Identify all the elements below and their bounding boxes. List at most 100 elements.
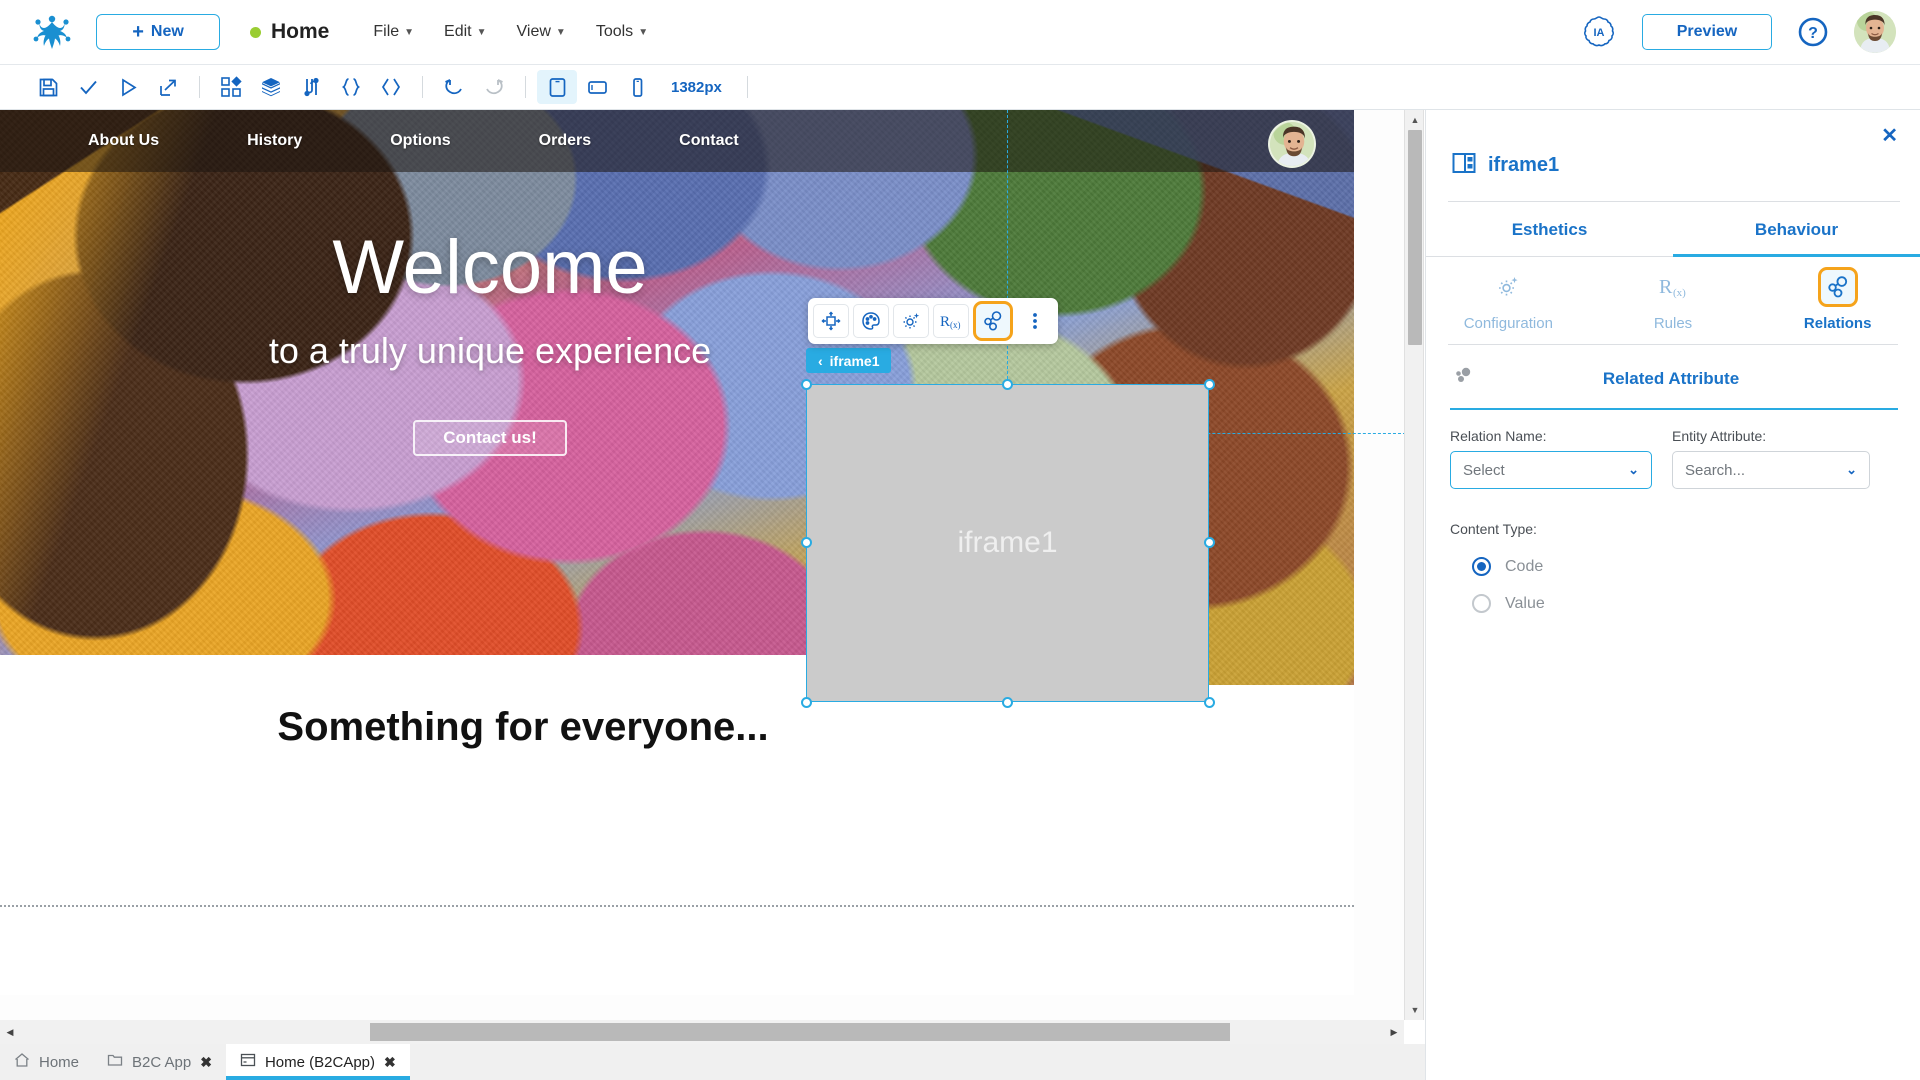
nav-link-orders[interactable]: Orders: [539, 132, 591, 150]
canvas-vertical-scrollbar[interactable]: ▲ ▼: [1404, 110, 1424, 1020]
chevron-down-icon: ⌄: [1628, 462, 1639, 478]
save-icon[interactable]: [28, 70, 68, 104]
close-icon[interactable]: ✖: [200, 1054, 212, 1071]
svg-text:IA: IA: [1594, 27, 1605, 39]
radio-content-type-value[interactable]: Value: [1450, 576, 1898, 613]
relations-icon: [1818, 267, 1858, 307]
question-circle-icon[interactable]: ?: [1798, 17, 1828, 47]
flows-icon[interactable]: [291, 70, 331, 104]
resize-handle-e[interactable]: [1204, 537, 1215, 548]
components-icon[interactable]: [211, 70, 251, 104]
iframe-placeholder-label: iframe1: [957, 526, 1057, 560]
code-icon[interactable]: [371, 70, 411, 104]
subtab-rules[interactable]: R (x) Rules: [1591, 267, 1756, 344]
move-icon[interactable]: [813, 304, 849, 338]
bottom-tab-b2c-app[interactable]: B2C App ✖: [93, 1044, 226, 1080]
radio-icon-selected: [1472, 557, 1491, 576]
contact-us-button[interactable]: Contact us!: [413, 420, 567, 456]
menu-file[interactable]: File ▼: [373, 23, 414, 41]
subtab-relations[interactable]: Relations: [1755, 267, 1920, 344]
svg-text:?: ?: [1808, 25, 1818, 42]
bottom-tab-bar: Home B2C App ✖ Home (B2CApp) ✖: [0, 1044, 1425, 1080]
close-icon[interactable]: ✕: [1881, 126, 1898, 146]
chevron-down-icon: ▼: [638, 27, 648, 38]
radio-content-type-code[interactable]: Code: [1450, 539, 1898, 576]
palette-icon[interactable]: [853, 304, 889, 338]
run-icon[interactable]: [108, 70, 148, 104]
nav-link-history[interactable]: History: [247, 132, 302, 150]
resize-handle-n[interactable]: [1002, 379, 1013, 390]
mobile-icon[interactable]: [617, 70, 657, 104]
bottom-tab-home-label: Home: [39, 1054, 79, 1071]
element-tag-chip[interactable]: ‹ iframe1: [806, 348, 891, 373]
entity-attribute-select[interactable]: Search... ⌄: [1672, 451, 1870, 489]
deploy-icon[interactable]: [148, 70, 188, 104]
resize-handle-sw[interactable]: [801, 697, 812, 708]
properties-panel: ✕ iframe1 Esthetics Behaviour: [1425, 110, 1920, 1080]
nav-link-options[interactable]: Options: [390, 132, 450, 150]
status-dot: [250, 27, 261, 38]
scroll-left-arrow[interactable]: ◀: [0, 1020, 20, 1044]
close-icon[interactable]: ✖: [384, 1054, 396, 1071]
new-button[interactable]: + New: [96, 14, 220, 50]
resize-handle-nw[interactable]: [801, 379, 812, 390]
tab-behaviour-label: Behaviour: [1755, 220, 1838, 239]
chevron-down-icon: ⌄: [1846, 462, 1857, 478]
entity-attribute-label: Entity Attribute:: [1672, 428, 1870, 444]
scroll-right-arrow[interactable]: ▶: [1384, 1020, 1404, 1044]
nav-link-about-us[interactable]: About Us: [88, 132, 159, 150]
braces-icon[interactable]: [331, 70, 371, 104]
radio-code-label: Code: [1505, 558, 1543, 576]
check-icon[interactable]: [68, 70, 108, 104]
toolbar-separator: [525, 76, 526, 98]
plus-icon: +: [132, 22, 144, 42]
resize-handle-w[interactable]: [801, 537, 812, 548]
bottom-tab-home-b2capp-label: Home (B2CApp): [265, 1054, 375, 1071]
nav-link-contact[interactable]: Contact: [679, 132, 739, 150]
tab-behaviour[interactable]: Behaviour: [1673, 202, 1920, 257]
resize-handle-s[interactable]: [1002, 697, 1013, 708]
related-attribute-header: Related Attribute: [1426, 345, 1920, 392]
panel-element-name: iframe1: [1488, 154, 1559, 177]
avatar[interactable]: [1854, 11, 1896, 53]
horizontal-scroll-thumb[interactable]: [370, 1023, 1230, 1041]
bottom-tab-home-b2capp[interactable]: Home (B2CApp) ✖: [226, 1044, 410, 1080]
layers-icon[interactable]: [251, 70, 291, 104]
svg-text:(x): (x): [1673, 287, 1686, 299]
preview-button[interactable]: Preview: [1642, 14, 1772, 50]
more-vertical-icon[interactable]: [1017, 304, 1053, 338]
scroll-down-arrow[interactable]: ▼: [1405, 1000, 1425, 1020]
selected-element-iframe1[interactable]: iframe1: [806, 384, 1209, 702]
menu-tools[interactable]: Tools ▼: [596, 23, 648, 41]
site-avatar[interactable]: [1268, 120, 1316, 168]
content-type-label: Content Type:: [1450, 521, 1537, 537]
tablet-icon[interactable]: [577, 70, 617, 104]
desktop-icon[interactable]: [537, 70, 577, 104]
undo-icon[interactable]: [434, 70, 474, 104]
menu-edit[interactable]: Edit ▼: [444, 23, 486, 41]
design-canvas[interactable]: About Us History Options Orders Contact: [0, 110, 1404, 1020]
redo-icon[interactable]: [474, 70, 514, 104]
subtab-configuration[interactable]: Configuration: [1426, 267, 1591, 344]
panel-subtabs: Configuration R (x) Rules: [1426, 257, 1920, 344]
relation-name-select[interactable]: Select ⌄: [1450, 451, 1652, 489]
frog-logo-icon[interactable]: [30, 10, 74, 54]
ia-badge-icon[interactable]: IA: [1582, 15, 1616, 49]
tab-esthetics[interactable]: Esthetics: [1426, 202, 1673, 257]
bottom-tab-home[interactable]: Home: [0, 1044, 93, 1080]
gear-sparkle-icon[interactable]: [893, 304, 929, 338]
vertical-scroll-thumb[interactable]: [1408, 130, 1422, 345]
resize-handle-se[interactable]: [1204, 697, 1215, 708]
relations-icon[interactable]: [973, 301, 1013, 341]
scroll-up-arrow[interactable]: ▲: [1405, 110, 1425, 130]
rules-rx-icon[interactable]: R (x): [933, 304, 969, 338]
top-bar-right: IA Preview ?: [1582, 11, 1896, 53]
relations-small-icon: [1452, 365, 1474, 392]
iframe-icon: [1452, 152, 1476, 179]
menu-view[interactable]: View ▼: [517, 23, 566, 41]
preview-button-label: Preview: [1677, 23, 1737, 41]
canvas-horizontal-scrollbar[interactable]: ◀ ▶: [0, 1020, 1404, 1044]
resize-handle-ne[interactable]: [1204, 379, 1215, 390]
radio-icon-unselected: [1472, 594, 1491, 613]
related-attribute-title: Related Attribute: [1474, 369, 1868, 389]
